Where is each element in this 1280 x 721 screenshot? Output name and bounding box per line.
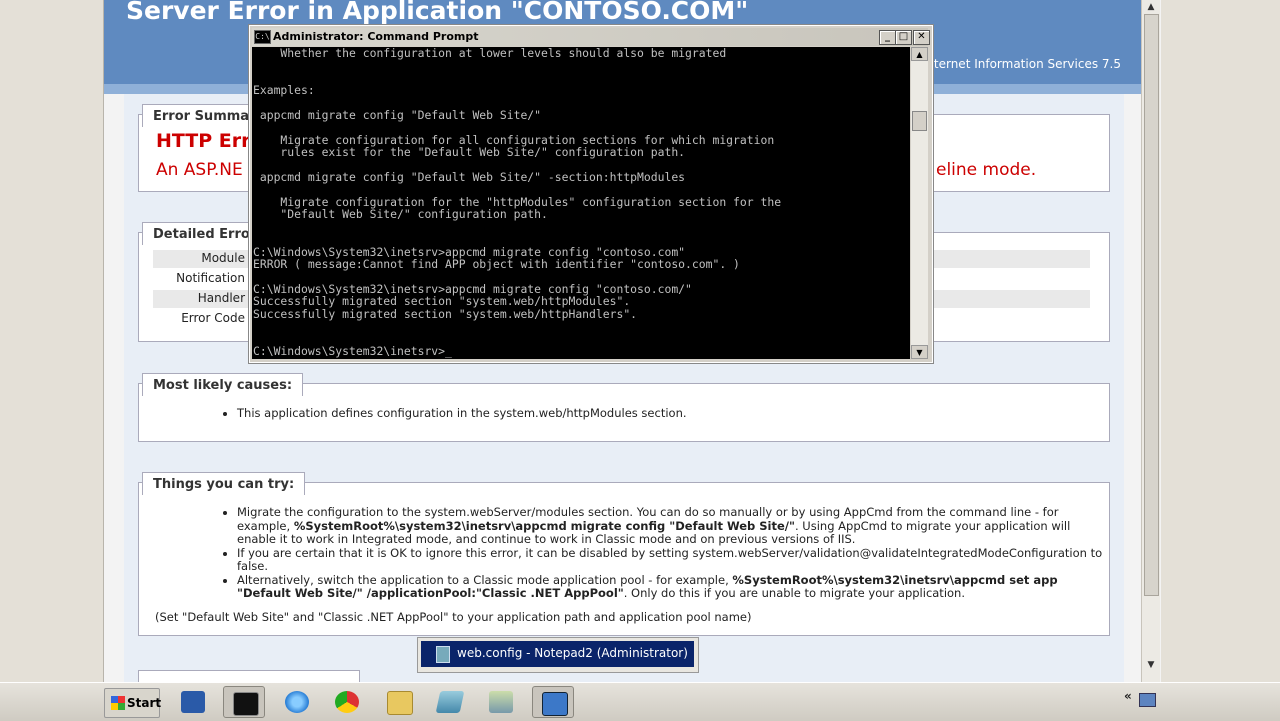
detail-label: Handler bbox=[197, 291, 245, 305]
network-icon[interactable] bbox=[1139, 693, 1156, 707]
app-icon bbox=[435, 691, 465, 713]
desktop-left bbox=[0, 0, 103, 682]
cmd-titlebar[interactable]: C:\ Administrator: Command Prompt _ □ ✕ bbox=[252, 28, 930, 46]
notepad2-icon bbox=[542, 692, 568, 716]
try-note: (Set "Default Web Site" and "Classic .NE… bbox=[155, 610, 752, 624]
desktop-right bbox=[1160, 0, 1280, 682]
start-button[interactable]: Start bbox=[104, 688, 162, 718]
powershell-icon bbox=[181, 691, 205, 713]
taskbar-powershell[interactable] bbox=[172, 686, 214, 718]
taskbar-internet-explorer[interactable] bbox=[276, 686, 318, 718]
cmd-scroll-thumb[interactable] bbox=[912, 111, 927, 131]
close-button[interactable]: ✕ bbox=[913, 30, 930, 45]
notepad-window-item[interactable]: web.config - Notepad2 (Administrator) bbox=[421, 641, 694, 667]
server-version: ternet Information Services 7.5 bbox=[933, 57, 1121, 71]
migrate-command: %SystemRoot%\system32\inetsrv\appcmd mig… bbox=[293, 518, 795, 533]
command-prompt-icon bbox=[233, 692, 259, 716]
cmd-output: Whether the configuration at lower level… bbox=[253, 47, 782, 358]
detail-label: Notification bbox=[176, 271, 245, 285]
cmd-scroll-up-icon[interactable]: ▲ bbox=[911, 47, 928, 61]
taskbar-chrome[interactable] bbox=[326, 686, 368, 718]
cause-item: This application defines configuration i… bbox=[237, 406, 687, 421]
notepad-window-label: web.config - Notepad2 (Administrator) bbox=[457, 646, 688, 660]
taskbar-app-blue[interactable] bbox=[429, 686, 471, 718]
detail-label: Module bbox=[201, 251, 245, 265]
internet-explorer-icon bbox=[285, 691, 309, 713]
iis-manager-icon bbox=[489, 691, 513, 713]
try-tab: Things you can try: bbox=[142, 472, 306, 495]
scroll-thumb[interactable] bbox=[1144, 14, 1159, 596]
try-item-disable: If you are certain that it is OK to igno… bbox=[237, 546, 1107, 574]
page-title: Server Error in Application "CONTOSO.COM… bbox=[126, 0, 749, 25]
cmd-scrollbar[interactable]: ▲ ▼ bbox=[911, 47, 928, 359]
cmd-scroll-down-icon[interactable]: ▼ bbox=[911, 345, 928, 359]
cmd-window-icon[interactable]: C:\ bbox=[254, 30, 271, 44]
links-panel-partial bbox=[138, 670, 360, 682]
notepad-icon bbox=[436, 646, 450, 663]
folder-icon bbox=[387, 691, 413, 715]
page-scrollbar[interactable]: ▲ ▼ bbox=[1141, 0, 1160, 682]
taskbar-iis-manager[interactable] bbox=[480, 686, 522, 718]
show-hidden-icons-icon[interactable]: « bbox=[1124, 689, 1132, 703]
scroll-up-icon[interactable]: ▲ bbox=[1145, 2, 1157, 12]
windows-logo-icon bbox=[111, 696, 125, 710]
taskbar-notepad2[interactable] bbox=[532, 686, 574, 718]
taskbar: Start « bbox=[0, 682, 1280, 721]
cmd-title-text: Administrator: Command Prompt bbox=[273, 30, 479, 43]
error-message-right: eline mode. bbox=[936, 160, 1037, 180]
taskbar-command-prompt[interactable] bbox=[223, 686, 265, 718]
minimize-button[interactable]: _ bbox=[879, 30, 896, 45]
taskbar-explorer[interactable] bbox=[378, 686, 420, 718]
scroll-down-icon[interactable]: ▼ bbox=[1145, 660, 1157, 670]
try-panel: Migrate the configuration to the system.… bbox=[138, 482, 1110, 636]
cmd-console[interactable]: Whether the configuration at lower level… bbox=[252, 47, 910, 359]
command-prompt-window[interactable]: C:\ Administrator: Command Prompt _ □ ✕ … bbox=[248, 24, 934, 364]
causes-tab: Most likely causes: bbox=[142, 373, 304, 396]
error-message-left: An ASP.NE bbox=[156, 160, 243, 180]
start-label: Start bbox=[127, 696, 162, 710]
http-error-heading: HTTP Err bbox=[156, 130, 251, 152]
taskbar-preview-popup: web.config - Notepad2 (Administrator) bbox=[417, 637, 699, 673]
try-item-migrate: Migrate the configuration to the system.… bbox=[237, 505, 1107, 547]
chrome-icon bbox=[335, 691, 359, 713]
maximize-button[interactable]: □ bbox=[895, 30, 912, 45]
detail-label: Error Code bbox=[181, 311, 245, 325]
try-item-classic: Alternatively, switch the application to… bbox=[237, 573, 1107, 601]
